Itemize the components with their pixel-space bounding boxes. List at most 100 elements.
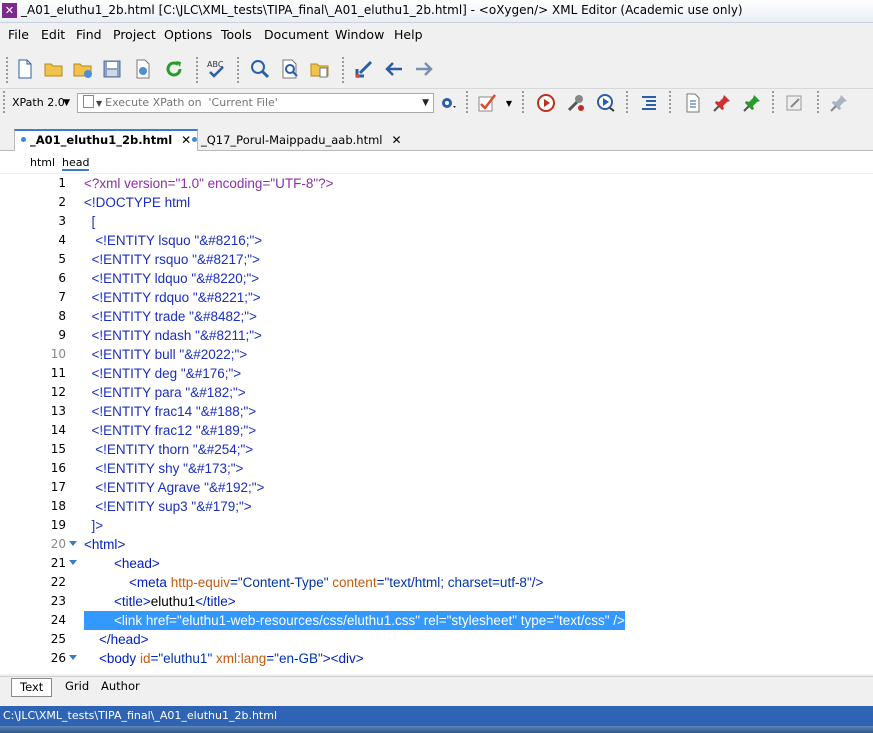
text-editor[interactable]: 1 <?xml version="1.0" encoding="UTF-8"?> 2…	[0, 174, 873, 674]
back-button[interactable]	[383, 58, 405, 80]
fold-toggle-icon[interactable]	[69, 541, 77, 546]
accept-change-button[interactable]	[741, 92, 763, 114]
code-line[interactable]: 24 <link href="eluthu1-web-resources/css…	[0, 611, 873, 630]
toolbar-grip[interactable]	[669, 91, 671, 113]
debug-button[interactable]	[595, 92, 617, 114]
code-line[interactable]: 15 <!ENTITY thorn "&#254;">	[0, 440, 873, 459]
breadcrumb-html[interactable]: html	[30, 156, 55, 169]
code-line[interactable]: 10 <!ENTITY bull "&#2022;">	[0, 345, 873, 364]
chevron-down-icon: ▼	[96, 99, 103, 108]
spell-check-button[interactable]: ABC	[205, 58, 227, 80]
toolbar-grip[interactable]	[522, 91, 524, 113]
remove-pin-button[interactable]	[828, 92, 850, 114]
code-line[interactable]: 26 <body id="eluthu1" xml:lang="en-GB"><…	[0, 649, 873, 668]
code-line[interactable]: 21 <head>	[0, 554, 873, 573]
code-line[interactable]: 8 <!ENTITY trade "&#8482;">	[0, 307, 873, 326]
code-line[interactable]: 13 <!ENTITY frac14 "&#188;">	[0, 402, 873, 421]
code-line[interactable]: 5 <!ENTITY rsquo "&#8217;">	[0, 250, 873, 269]
show-changes-button[interactable]	[682, 92, 704, 114]
save-url-button[interactable]	[132, 58, 154, 80]
xpath-settings-button[interactable]	[437, 92, 459, 114]
toolbar-grip[interactable]	[3, 91, 5, 113]
open-file-button[interactable]	[43, 58, 65, 80]
toolbar-grip[interactable]	[817, 91, 819, 113]
menu-file[interactable]: File	[8, 27, 29, 42]
code-line[interactable]: 12 <!ENTITY para "&#182;">	[0, 383, 873, 402]
code-line[interactable]: 11 <!ENTITY deg "&#176;">	[0, 364, 873, 383]
toolbar-grip[interactable]	[196, 57, 198, 83]
code-line[interactable]: 7 <!ENTITY rdquo "&#8221;">	[0, 288, 873, 307]
code-line[interactable]: 17 <!ENTITY Agrave "&#192;">	[0, 478, 873, 497]
menu-document[interactable]: Document	[264, 27, 329, 42]
edit-comment-button[interactable]	[784, 92, 806, 114]
toolbar-grip[interactable]	[342, 57, 344, 83]
arrow-left-icon	[385, 62, 402, 76]
code-text: <title>eluthu1</title>	[114, 594, 236, 609]
code-line[interactable]: 19 ]>	[0, 516, 873, 535]
chevron-down-icon: ▼	[63, 98, 70, 108]
menu-help[interactable]: Help	[394, 27, 423, 42]
line-number: 7	[58, 290, 66, 304]
xpath-input-box[interactable]: ▼ ▼	[77, 93, 434, 113]
line-number: 19	[50, 518, 66, 532]
find-button[interactable]	[249, 58, 271, 80]
menu-window[interactable]: Window	[335, 27, 384, 42]
tab-text-mode[interactable]: Text	[11, 678, 53, 697]
code-line[interactable]: 20 <html>	[0, 535, 873, 554]
new-file-button[interactable]	[14, 58, 36, 80]
history-dropdown-icon[interactable]: ▼	[422, 94, 429, 112]
save-url-icon	[136, 59, 150, 79]
menu-options[interactable]: Options	[164, 27, 212, 42]
code-line[interactable]: 3 [	[0, 212, 873, 231]
find-in-files-button[interactable]	[279, 58, 301, 80]
breadcrumb-head[interactable]: head	[62, 156, 90, 171]
configure-transformation-button[interactable]	[565, 92, 587, 114]
code-line[interactable]: 9 <!ENTITY ndash "&#8211;">	[0, 326, 873, 345]
apply-transformation-button[interactable]	[535, 92, 557, 114]
menu-find[interactable]: Find	[76, 27, 102, 42]
validate-dropdown[interactable]: ▼	[503, 92, 515, 114]
code-line[interactable]: 23 <title>eluthu1</title>	[0, 592, 873, 611]
format-indent-button[interactable]	[638, 92, 660, 114]
code-line[interactable]: 25 </head>	[0, 630, 873, 649]
toolbar-grip[interactable]	[237, 57, 239, 83]
xpath-input[interactable]	[105, 96, 406, 109]
code-line[interactable]: 4 <!ENTITY lsquo "&#8216;">	[0, 231, 873, 250]
menu-edit[interactable]: Edit	[41, 27, 65, 42]
code-line[interactable]: 14 <!ENTITY frac12 "&#189;">	[0, 421, 873, 440]
refresh-icon	[166, 61, 182, 77]
reload-button[interactable]	[163, 58, 185, 80]
code-line[interactable]: 22 <meta http-equiv="Content-Type" conte…	[0, 573, 873, 592]
track-changes-button[interactable]	[711, 92, 733, 114]
menu-project[interactable]: Project	[113, 27, 156, 42]
code-line[interactable]: 1 <?xml version="1.0" encoding="UTF-8"?>	[0, 174, 873, 193]
tab-author-mode[interactable]: Author	[93, 678, 148, 695]
toolbar-grip[interactable]	[626, 91, 628, 113]
tab-grid-mode[interactable]: Grid	[57, 678, 97, 695]
xpath-version-select[interactable]: XPath 2.0 ▼	[6, 94, 74, 112]
toolbar-grip[interactable]	[6, 57, 8, 83]
code-line[interactable]: 16 <!ENTITY shy "&#173;">	[0, 459, 873, 478]
fold-toggle-icon[interactable]	[69, 655, 77, 660]
toolbar-grip[interactable]	[772, 91, 774, 113]
code-text: <!ENTITY para "&#182;">	[84, 385, 246, 400]
code-line[interactable]: 18 <!ENTITY sup3 "&#179;">	[0, 497, 873, 516]
fold-toggle-icon[interactable]	[69, 560, 77, 565]
comment-edit-icon	[786, 95, 802, 111]
forward-button[interactable]	[413, 58, 435, 80]
menu-tools[interactable]: Tools	[221, 27, 252, 42]
tab-label: _Q17_Porul-Maippadu_aab.html	[201, 133, 383, 147]
tab-q17-porul[interactable]: _Q17_Porul-Maippadu_aab.html ✕	[186, 131, 408, 149]
go-to-bookmark-button[interactable]	[353, 58, 375, 80]
code-line[interactable]: 2 <!DOCTYPE html	[0, 193, 873, 212]
breadcrumb: html head	[0, 151, 873, 173]
save-button[interactable]	[101, 58, 123, 80]
validate-button[interactable]	[476, 92, 498, 114]
code-line[interactable]: 6 <!ENTITY ldquo "&#8220;">	[0, 269, 873, 288]
search-folder-button[interactable]	[309, 58, 331, 80]
close-icon[interactable]: ✕	[392, 133, 402, 147]
line-number: 9	[58, 328, 66, 342]
toolbar-grip[interactable]	[466, 91, 468, 113]
tab-a01-eluthu1[interactable]: _A01_eluthu1_2b.html ✕	[14, 129, 199, 152]
open-url-button[interactable]	[72, 58, 94, 80]
